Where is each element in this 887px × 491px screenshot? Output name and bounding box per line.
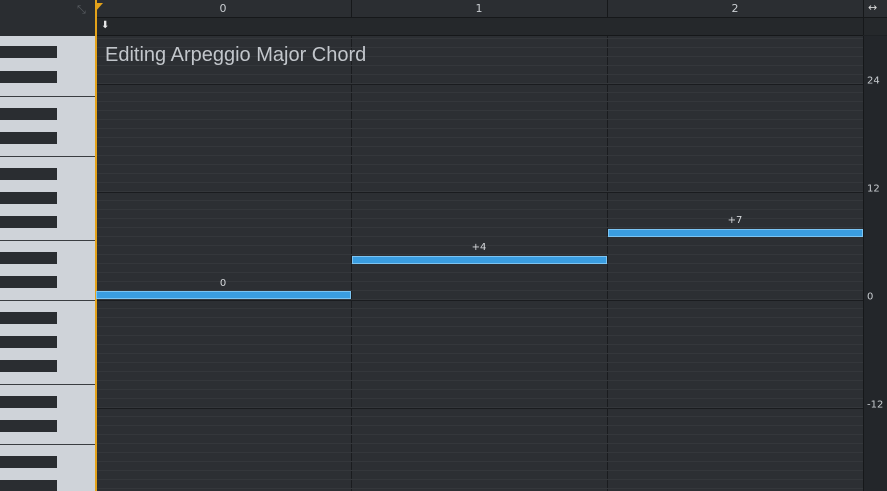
semitone-row-line (97, 191, 863, 192)
ruler-label-2: 2 (731, 2, 739, 15)
corner-panel: ⤡ (0, 0, 96, 37)
semitone-row-line (97, 425, 863, 426)
marker-lane[interactable]: ⬇ (96, 18, 863, 36)
semitone-row-line (97, 146, 863, 147)
semitone-row-line (97, 443, 863, 444)
playhead-line (95, 0, 97, 491)
semitone-row-line (97, 182, 863, 183)
semitone-row-line (97, 38, 863, 39)
expand-icon[interactable]: ⤡ (77, 4, 89, 16)
semitone-row-line (97, 218, 863, 219)
semitone-row-line (97, 416, 863, 417)
axis-header (863, 18, 887, 35)
semitone-row-line (97, 272, 863, 273)
fit-width-button[interactable]: ↔ (863, 0, 887, 18)
black-key[interactable] (0, 276, 57, 288)
black-key[interactable] (0, 71, 57, 83)
fit-width-icon: ↔ (868, 1, 878, 14)
semitone-row-line (97, 344, 863, 345)
semitone-row-line (97, 371, 863, 372)
semitone-row-line (97, 362, 863, 363)
black-key[interactable] (0, 46, 57, 58)
black-key[interactable] (0, 336, 57, 348)
semitone-row-line (97, 461, 863, 462)
semitone-row-line (97, 479, 863, 480)
semitone-row-line (97, 353, 863, 354)
semitone-row-line (97, 335, 863, 336)
black-key[interactable] (0, 132, 57, 144)
y-label-0: 0 (867, 291, 874, 303)
semitone-row-line (97, 119, 863, 120)
y-label-minus-12: -12 (867, 399, 884, 411)
semitone-row-line (97, 299, 863, 300)
semitone-row-line (97, 164, 863, 165)
arpeggio-note-2[interactable] (608, 229, 863, 237)
semitone-row-line (97, 488, 863, 489)
semitone-row-line (97, 173, 863, 174)
black-key[interactable] (0, 216, 57, 228)
arpeggio-note-0[interactable] (96, 291, 351, 299)
semitone-row-line (97, 380, 863, 381)
black-key[interactable] (0, 456, 57, 468)
piano-keyboard[interactable] (0, 36, 95, 491)
semitone-row-line (97, 434, 863, 435)
semitone-row-line (97, 101, 863, 102)
note-label-1: +4 (471, 242, 487, 253)
ruler-label-0: 0 (219, 2, 227, 15)
semitone-row-line (97, 137, 863, 138)
ruler-tick (607, 0, 608, 17)
semitone-row-line (97, 254, 863, 255)
note-label-0: 0 (219, 278, 227, 289)
playhead-marker-icon[interactable] (95, 3, 103, 12)
timeline-ruler[interactable]: 0 1 2 (96, 0, 863, 18)
black-key[interactable] (0, 252, 57, 264)
semitone-row-line (97, 155, 863, 156)
semitone-row-line (97, 308, 863, 309)
semitone-row-line (97, 83, 863, 84)
black-key[interactable] (0, 312, 57, 324)
octave-divider (0, 96, 95, 97)
arpeggio-note-1[interactable] (352, 256, 607, 264)
semitone-row-line (97, 209, 863, 210)
ruler-label-1: 1 (475, 2, 483, 15)
semitone-row-line (97, 200, 863, 201)
black-key[interactable] (0, 168, 57, 180)
semitone-row-line (97, 227, 863, 228)
octave-divider (0, 300, 95, 301)
semitone-row-line (97, 128, 863, 129)
black-key[interactable] (0, 108, 57, 120)
semitone-row-line (97, 92, 863, 93)
octave-divider (0, 156, 95, 157)
semitone-row-line (97, 74, 863, 75)
semitone-row-line (97, 317, 863, 318)
semitone-row-line (97, 110, 863, 111)
semitone-row-line (97, 398, 863, 399)
octave-divider (0, 240, 95, 241)
y-label-24: 24 (867, 75, 880, 87)
semitone-row-line (97, 470, 863, 471)
semitone-row-line (97, 452, 863, 453)
editor-title: Editing Arpeggio Major Chord (105, 44, 367, 66)
note-label-2: +7 (727, 215, 743, 226)
semitone-row-line (97, 326, 863, 327)
semitone-row-line (97, 407, 863, 408)
semitone-row-line (97, 281, 863, 282)
black-key[interactable] (0, 396, 57, 408)
semitone-axis: 24 12 0 -12 (863, 36, 887, 491)
semitone-row-line (97, 389, 863, 390)
octave-divider (0, 444, 95, 445)
black-key[interactable] (0, 420, 57, 432)
ruler-tick (351, 0, 352, 17)
y-label-12: 12 (867, 183, 880, 195)
black-key[interactable] (0, 192, 57, 204)
down-arrow-icon[interactable]: ⬇ (101, 20, 109, 31)
black-key[interactable] (0, 480, 57, 491)
black-key[interactable] (0, 360, 57, 372)
octave-divider (0, 384, 95, 385)
